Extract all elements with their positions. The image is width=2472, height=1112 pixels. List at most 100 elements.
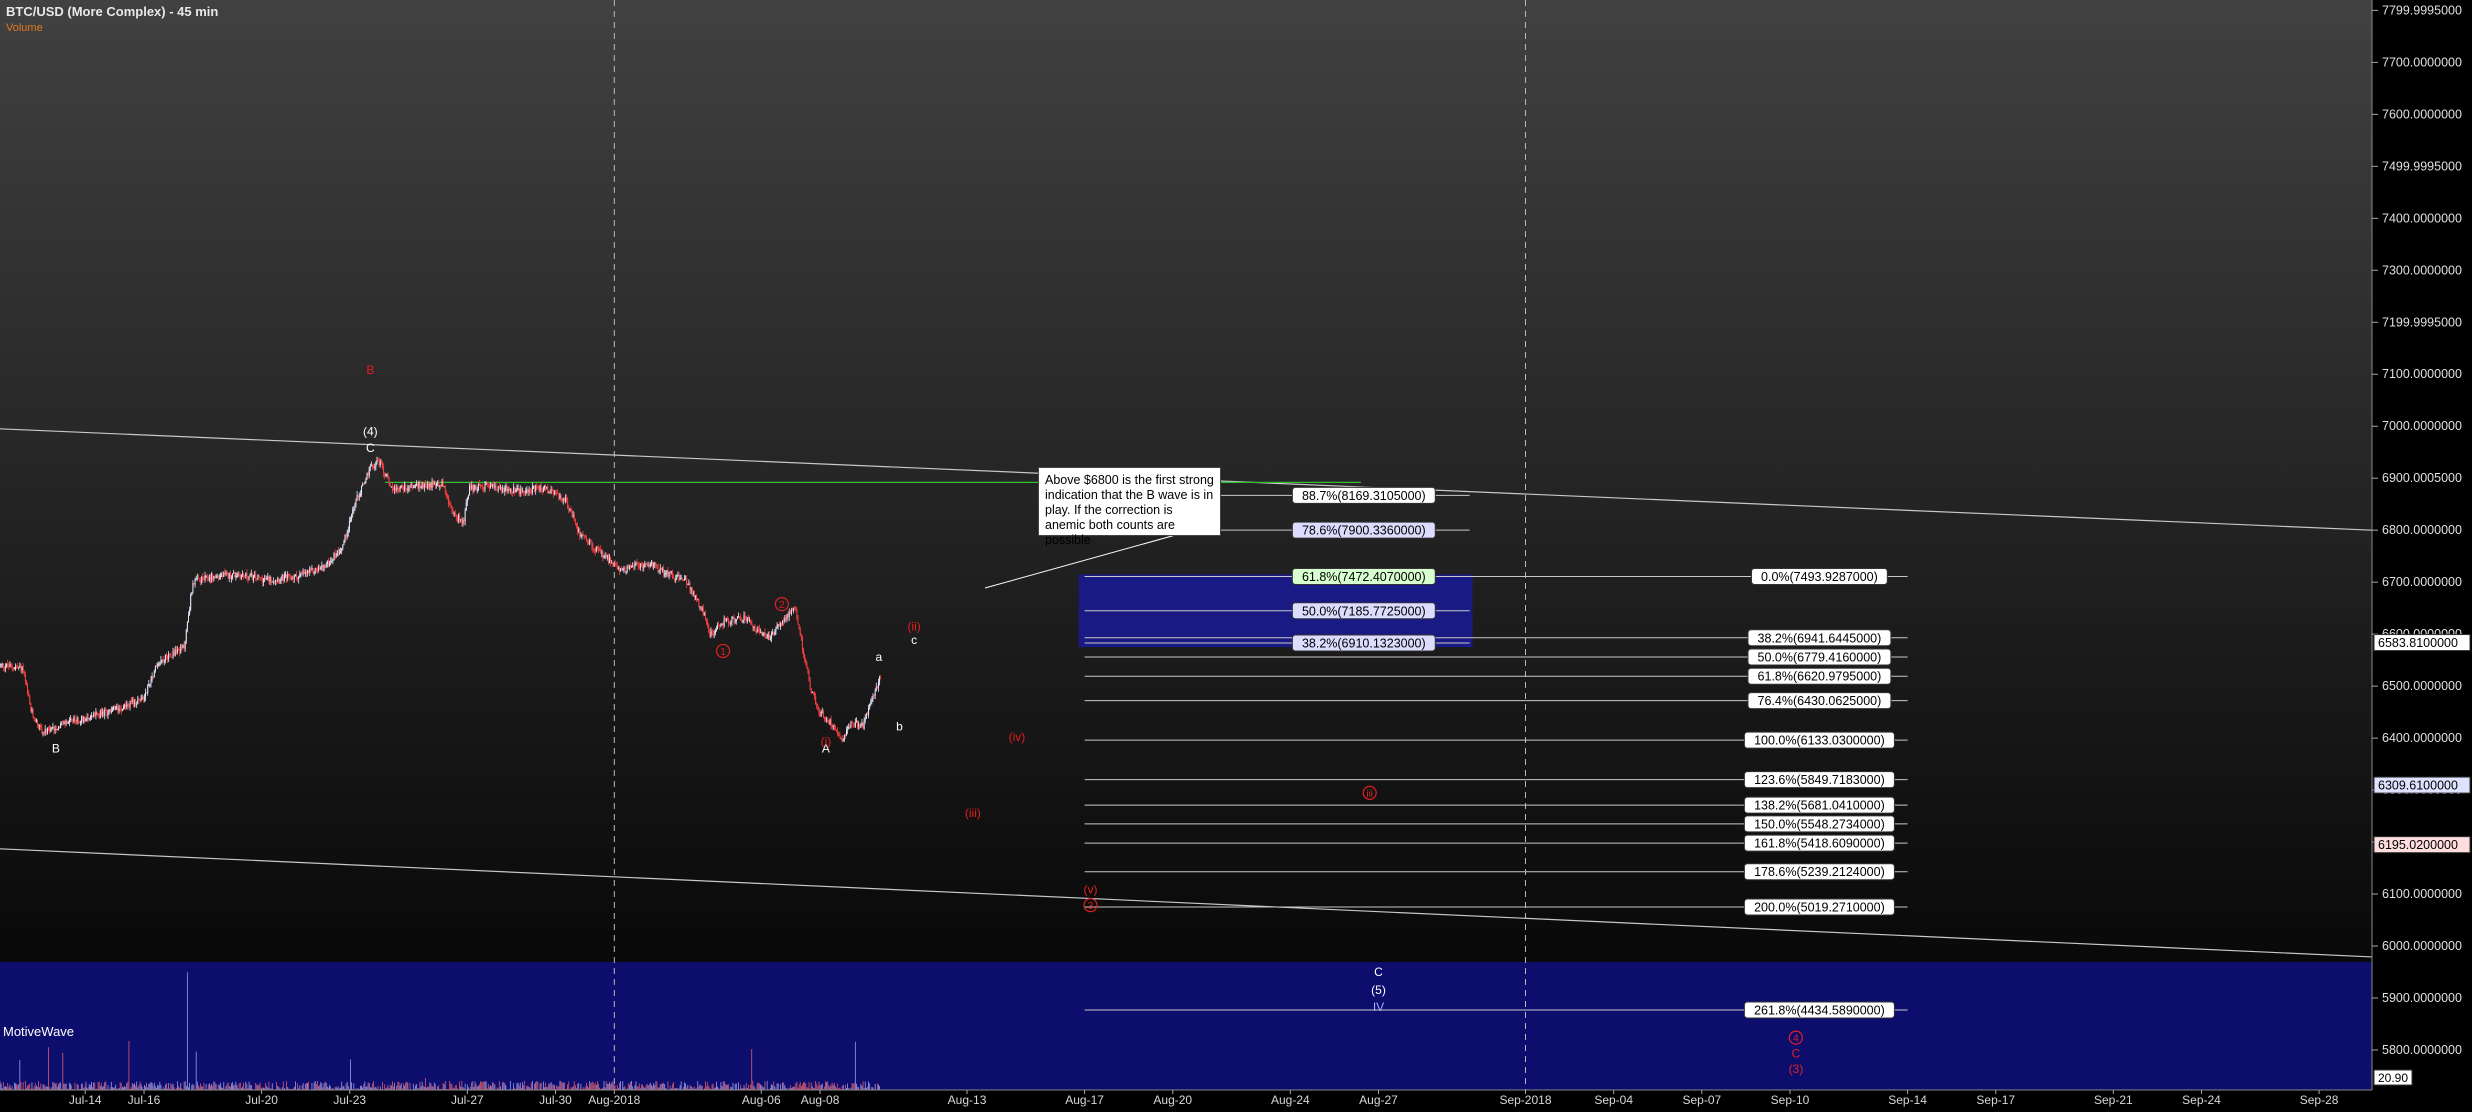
candle-body <box>248 576 250 580</box>
candle-body <box>375 462 377 467</box>
candle-body <box>362 483 364 487</box>
x-tick-label: Aug-08 <box>801 1093 840 1107</box>
candle-body <box>527 489 529 492</box>
candle-body <box>249 574 251 577</box>
annotation-note[interactable]: Above $6800 is the first strong indicati… <box>1038 467 1221 547</box>
candle-body <box>225 572 227 574</box>
candle-body <box>314 568 316 573</box>
candle-body <box>196 577 198 579</box>
candle-body <box>806 662 808 667</box>
y-tick-label: 5900.0000000 <box>2382 991 2462 1005</box>
y-tick-label: 7400.0000000 <box>2382 211 2462 225</box>
candle-body <box>260 577 262 579</box>
candle-body <box>367 472 369 476</box>
candle-body <box>142 697 144 700</box>
x-tick-label: Jul-30 <box>539 1093 572 1107</box>
fib-level-label: 88.7%(8169.3105000) <box>1302 489 1426 503</box>
candle-body <box>42 733 44 735</box>
candle-body <box>190 595 192 610</box>
candle-body <box>168 653 170 660</box>
wave-label: B <box>52 742 60 756</box>
wave-label: (ii) <box>907 620 920 634</box>
candle-body <box>828 722 830 724</box>
candle-body <box>780 623 782 625</box>
candle-body <box>71 719 73 721</box>
candle-body <box>578 529 580 532</box>
candle-body <box>728 618 730 624</box>
candle-body <box>717 625 719 630</box>
candle-body <box>85 718 87 722</box>
candle-body <box>539 486 541 491</box>
candle-body <box>178 649 180 651</box>
candle-body <box>754 627 756 632</box>
candle-body <box>396 487 398 490</box>
candle-body <box>671 571 673 578</box>
candle-body <box>855 721 857 723</box>
price-axis-label-text: 6195.0200000 <box>2378 838 2458 852</box>
candle-body <box>775 627 777 632</box>
candle-body <box>820 712 822 717</box>
candle-body <box>730 621 732 624</box>
candle-body <box>683 578 685 580</box>
candle-body <box>763 632 765 635</box>
candle-body <box>740 617 742 620</box>
chart-title: BTC/USD (More Complex) - 45 min <box>6 4 219 19</box>
candle-body <box>747 617 749 621</box>
wave-label: C <box>366 441 375 455</box>
candle-body <box>364 481 366 485</box>
candle-body <box>27 685 29 693</box>
candle-body <box>253 575 255 581</box>
candle-body <box>497 485 499 491</box>
candle-body <box>87 717 89 720</box>
candle-body <box>459 514 461 520</box>
candle-body <box>863 720 865 729</box>
candle-body <box>16 666 18 668</box>
candle-body <box>866 713 868 715</box>
candle-body <box>164 654 166 662</box>
candle-body <box>581 535 583 537</box>
candle-body <box>44 728 46 734</box>
candle-body <box>648 564 650 567</box>
candle-body <box>774 631 776 636</box>
candle-body <box>442 481 444 487</box>
candle-body <box>492 484 494 487</box>
candle-body <box>98 716 100 718</box>
chart-stage[interactable]: 0.0%(7493.9287000) 38.2%(6941.6445000) 50.… <box>0 0 2472 1107</box>
candle-body <box>636 562 638 564</box>
candle-body <box>550 489 552 494</box>
candle-body <box>661 568 663 570</box>
candle-body <box>555 491 557 493</box>
candle-body <box>795 608 797 610</box>
candle-body <box>269 576 271 582</box>
candle-body <box>674 578 676 580</box>
candle-body <box>243 574 245 576</box>
candle-body <box>138 698 140 700</box>
candle-body <box>179 649 181 653</box>
candle-body <box>99 710 101 718</box>
candle-body <box>732 617 734 619</box>
chart-header: BTC/USD (More Complex) - 45 min Volume <box>6 3 218 34</box>
candle-body <box>321 564 323 568</box>
candle-body <box>0 664 1 666</box>
candle-body <box>195 578 197 580</box>
candle-body <box>734 621 736 623</box>
candle-body <box>192 583 194 593</box>
candle-body <box>417 483 419 488</box>
candle-body <box>331 560 333 562</box>
candle-body <box>352 509 354 515</box>
candle-body <box>670 571 672 574</box>
price-chart[interactable]: 0.0%(7493.9287000) 38.2%(6941.6445000) 50.… <box>0 0 2472 1107</box>
candle-body <box>40 725 42 728</box>
candle-body <box>872 695 874 699</box>
candle-body <box>692 593 694 595</box>
candle-body <box>167 656 169 660</box>
volume-label: Volume <box>6 22 43 34</box>
candle-body <box>599 549 601 551</box>
x-tick-label: Aug-27 <box>1359 1093 1398 1107</box>
candle-body <box>268 576 270 582</box>
candle-body <box>420 486 422 488</box>
candle-body <box>150 679 152 684</box>
candle-body <box>239 575 241 579</box>
candle-body <box>316 569 318 571</box>
candle-body <box>701 607 703 610</box>
